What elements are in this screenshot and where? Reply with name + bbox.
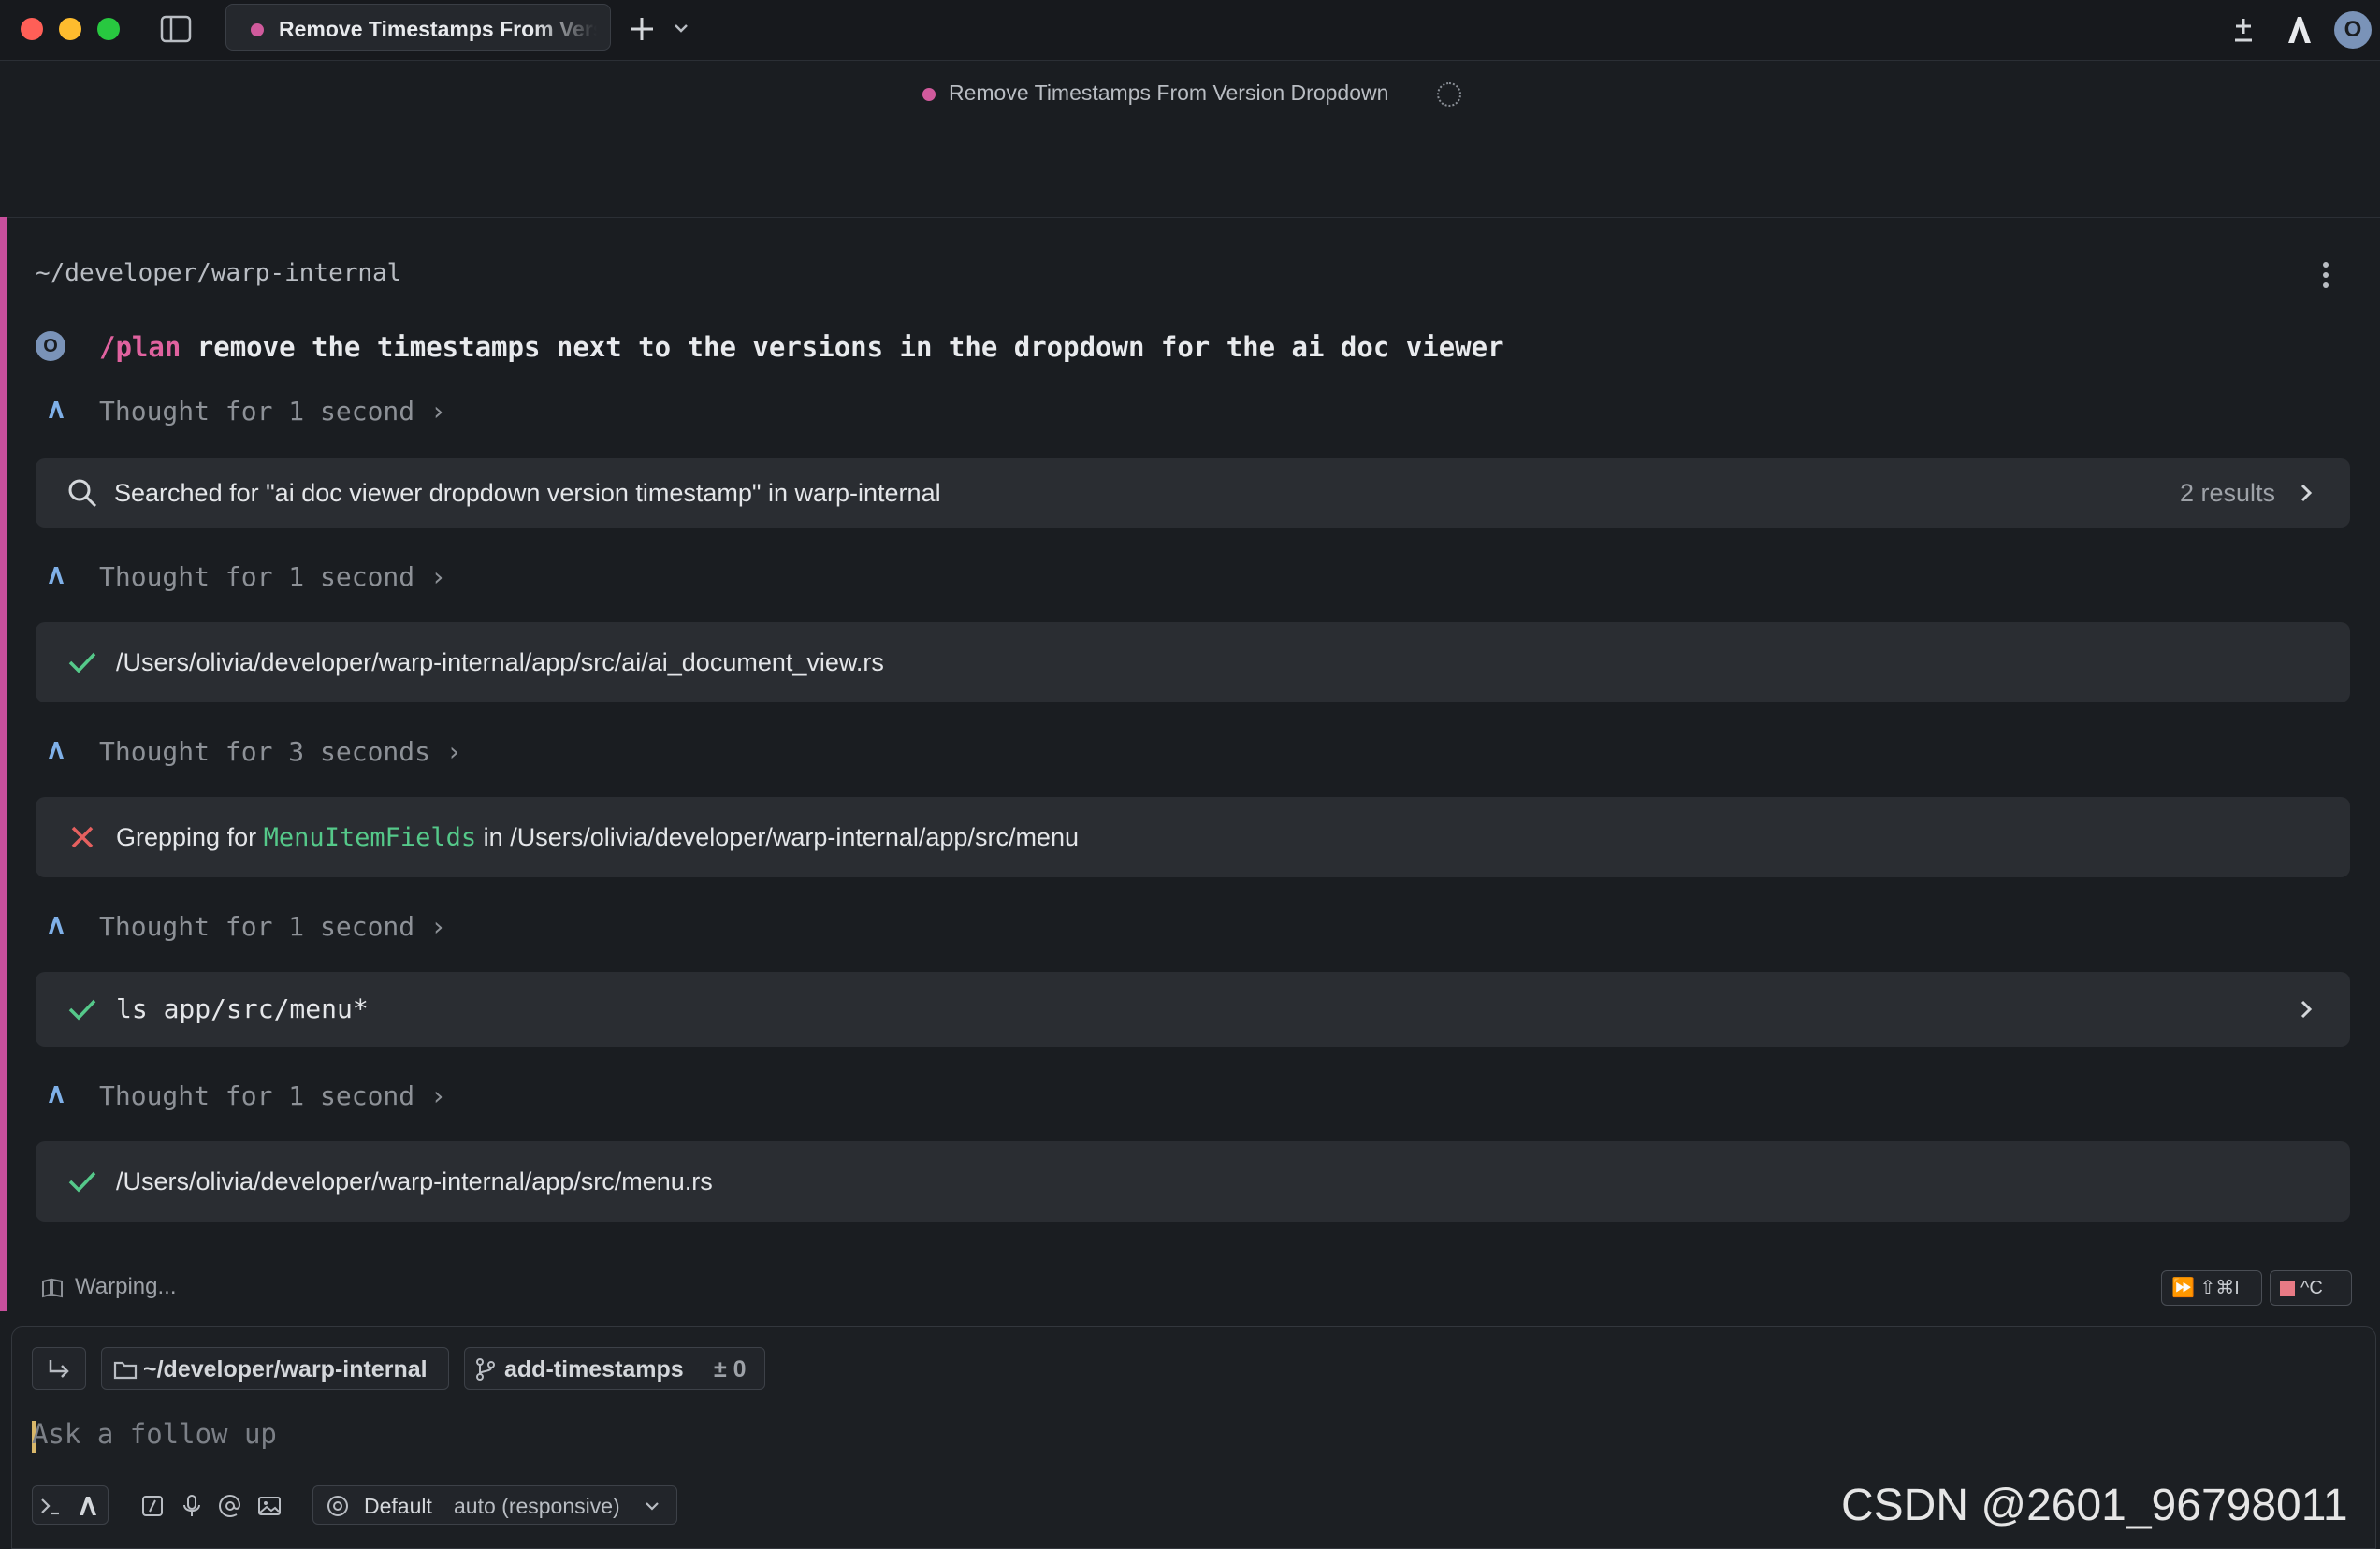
thought-label: Thought for 1 second › [99,396,446,427]
checkmark-icon [68,652,96,673]
avatar[interactable]: O [2334,11,2372,49]
microphone-icon[interactable] [180,1494,204,1518]
tab-title: Remove Timestamps From Version Dropdown [279,17,597,41]
branch-label: add-timestamps [504,1356,684,1383]
conversation-accent-bar [0,217,7,1311]
directory-chip[interactable]: ~/developer/warp-internal [101,1347,449,1390]
error-x-icon [71,826,94,848]
minimize-window-button[interactable] [59,18,81,40]
fast-forward-icon: ⏩ [2171,1278,2195,1298]
chevron-down-icon [646,1502,659,1511]
more-options-icon[interactable] [2315,258,2337,292]
user-avatar: O [36,331,65,361]
plus-minus-icon[interactable] [2225,11,2262,49]
tab-active[interactable]: Remove Timestamps From Version Dropdown [225,4,611,51]
git-branch-chip[interactable]: add-timestamps ± 0 [464,1347,765,1390]
chevron-right-icon [2300,484,2313,502]
loading-spinner-icon [1437,82,1461,107]
search-text: Searched for "ai doc viewer dropdown ver… [114,479,941,507]
checkmark-icon [68,999,96,1021]
stop-icon [2280,1281,2295,1296]
tab-status-dot [251,23,264,36]
warp-agent-icon [49,401,64,418]
warp-agent-icon [49,567,64,584]
checkmark-icon [68,1171,96,1193]
chevron-right-icon[interactable] [2296,995,2316,1023]
watermark: CSDN @2601_96798011 [1841,1481,2348,1530]
session-header: Remove Timestamps From Version Dropdown [0,61,2380,218]
mode-toggle[interactable] [32,1485,109,1525]
status-text: Warping... [75,1274,177,1299]
session-status-dot [922,88,936,101]
maximize-window-button[interactable] [97,18,120,40]
thought-row[interactable]: Thought for 1 second › [45,557,606,594]
file-path: /Users/olivia/developer/warp-internal/ap… [116,1167,713,1195]
command-card[interactable]: ls app/src/menu* [36,972,2350,1047]
file-path: /Users/olivia/developer/warp-internal/ap… [116,648,884,676]
profile-icon [327,1496,348,1516]
warp-agent-icon[interactable] [76,1494,100,1518]
user-query: O /plan remove the timestamps next to th… [36,327,2337,365]
grep-card[interactable]: Grepping for MenuItemFields in /Users/ol… [36,797,2350,877]
diff-count: ± 0 [714,1356,747,1383]
thought-label: Thought for 3 seconds › [99,736,462,767]
book-icon [42,1278,63,1298]
model-label: auto (responsive) [454,1494,620,1518]
file-read-card[interactable]: /Users/olivia/developer/warp-internal/ap… [36,1141,2350,1222]
search-icon [68,479,97,508]
grep-path: /Users/olivia/developer/warp-internal/ap… [510,823,1079,851]
stop-button[interactable]: ^C [2270,1270,2352,1306]
warp-agent-icon [49,917,64,934]
at-mention-icon[interactable] [218,1494,242,1518]
image-attach-icon[interactable] [257,1494,282,1518]
folder-icon [113,1361,138,1380]
plus-icon[interactable] [625,12,659,46]
session-title: Remove Timestamps From Version Dropdown [949,80,1389,105]
grep-pattern: MenuItemFields [263,823,477,852]
thought-row[interactable]: Thought for 3 seconds › [45,731,606,769]
grep-text: Grepping for MenuItemFields in /Users/ol… [116,823,1079,852]
profile-label: Default [364,1494,432,1518]
user-message-text: remove the timestamps next to the versio… [181,331,1504,363]
slash-command: /plan [99,331,181,363]
terminal-icon[interactable] [38,1494,63,1518]
command-text: ls app/src/menu* [116,993,369,1024]
directory-label: ~/developer/warp-internal [143,1356,428,1383]
return-button[interactable] [32,1347,86,1390]
slash-commands-icon[interactable] [140,1494,165,1518]
thought-row[interactable]: Thought for 1 second › [45,391,606,428]
model-selector[interactable]: Default auto (responsive) [312,1485,677,1525]
close-window-button[interactable] [21,18,43,40]
thought-label: Thought for 1 second › [99,561,446,592]
search-result-card[interactable]: Searched for "ai doc viewer dropdown ver… [36,458,2350,528]
thought-label: Thought for 1 second › [99,911,446,942]
return-arrow-icon [49,1360,69,1378]
git-branch-icon [476,1358,495,1381]
warp-agent-icon [49,742,64,759]
chevron-down-icon[interactable] [670,17,692,39]
follow-up-input[interactable]: Ask a follow up [32,1418,277,1450]
thought-row[interactable]: Thought for 1 second › [45,906,606,944]
thought-row[interactable]: Thought for 1 second › [45,1076,606,1113]
user-message: /plan remove the timestamps next to the … [99,331,1504,363]
working-directory: ~/developer/warp-internal [36,259,402,287]
warp-logo-icon[interactable] [2281,11,2318,49]
title-bar: Remove Timestamps From Version Dropdown … [0,0,2380,61]
fast-forward-button[interactable]: ⏩ ⇧⌘I [2161,1270,2262,1306]
thought-label: Thought for 1 second › [99,1080,446,1111]
sidebar-toggle-icon[interactable] [159,13,193,45]
search-results-count: 2 results [2179,479,2275,507]
warp-agent-icon [49,1086,64,1103]
file-read-card[interactable]: /Users/olivia/developer/warp-internal/ap… [36,622,2350,702]
